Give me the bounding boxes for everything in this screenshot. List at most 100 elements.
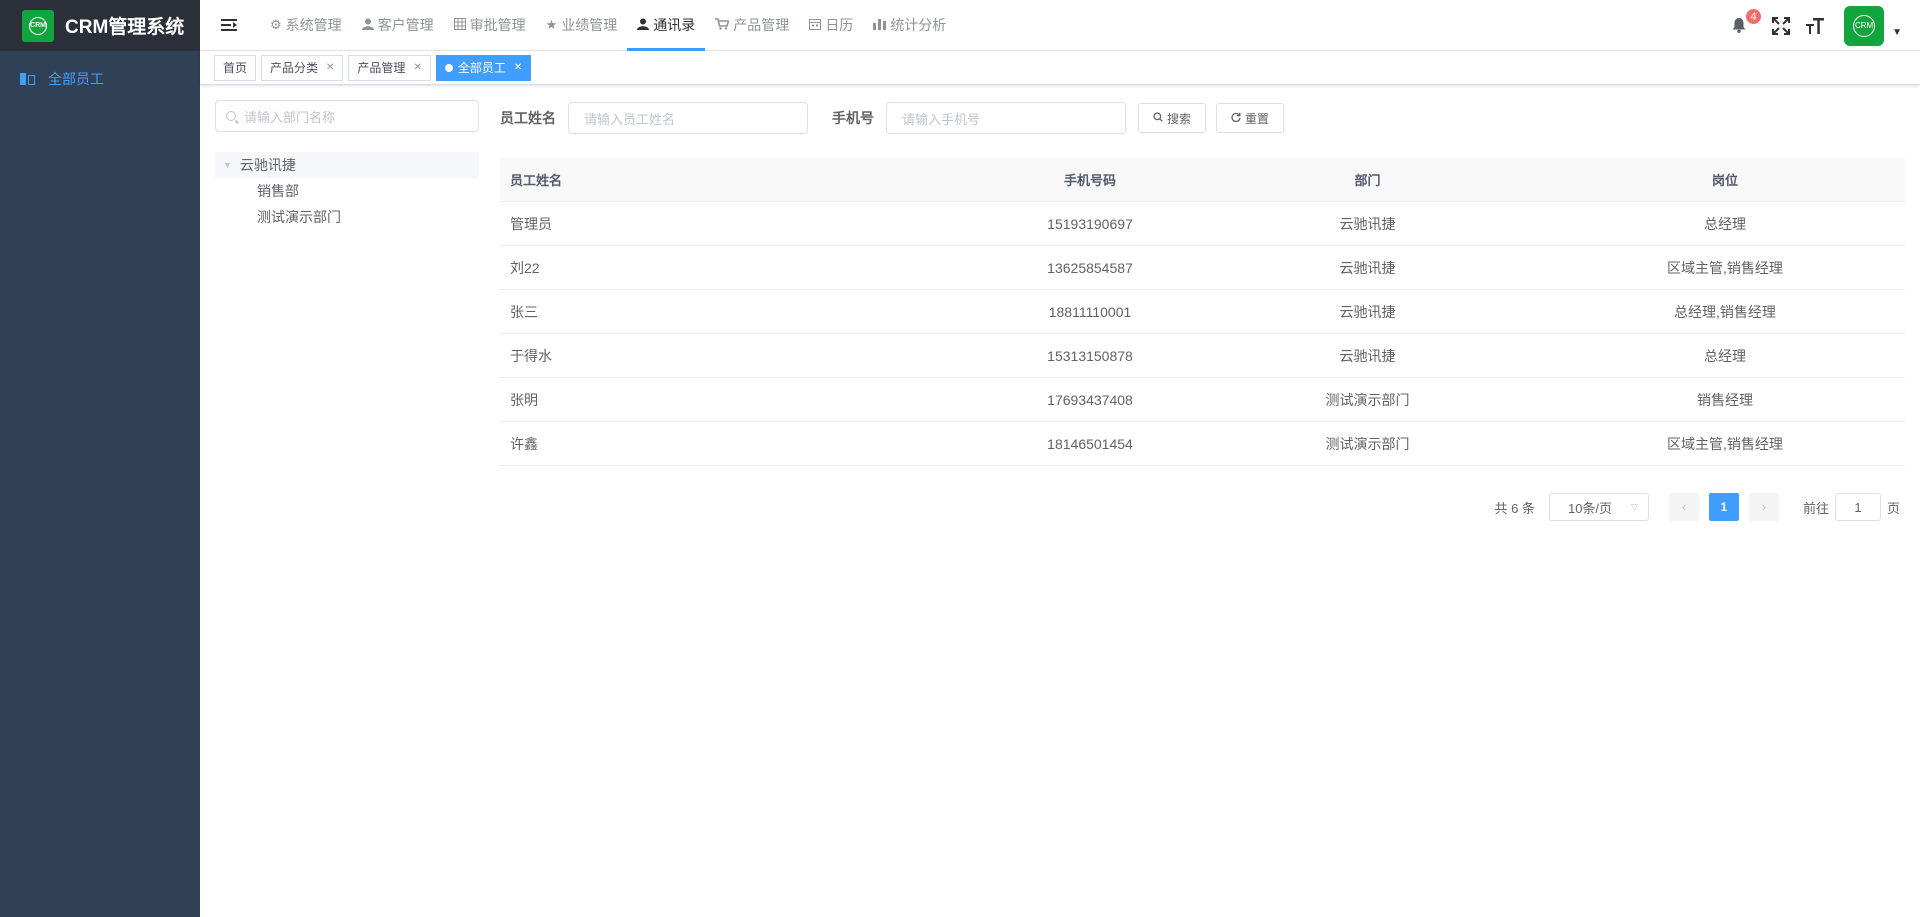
prev-page-button[interactable]: ‹ [1668,493,1699,521]
close-icon[interactable]: ✕ [514,62,522,73]
refresh-icon [1231,112,1241,125]
sidebar: CRM CRM管理系统 全部员工 [0,0,200,917]
calendar-icon [809,18,822,33]
tag-label: 首页 [223,61,248,75]
navbar-right: 4 CRM ▼ [1724,0,1920,51]
cell-post: 销售经理 [1697,391,1753,408]
tab-statistics[interactable]: 统计分析 [863,0,956,51]
cell-name: 许鑫 [510,435,538,452]
logo[interactable]: CRM CRM管理系统 [0,0,200,51]
chevron-down-icon: ▽ [1631,501,1638,512]
cell-name: 刘22 [510,259,540,276]
column-header[interactable]: 手机号码 [990,170,1190,189]
cell-dept: 测试演示部门 [1325,391,1410,408]
cart-icon [715,17,730,33]
gear-icon: ⚙ [270,17,282,32]
phone-placeholder: 请输入手机号 [902,111,981,127]
dept-search-input[interactable]: 请输入部门名称 [215,100,479,132]
page-jumper: 前往 1 页 [1803,493,1900,521]
button-label: 重置 [1245,111,1270,126]
tab-products[interactable]: 产品管理 [705,0,799,51]
search-icon [226,111,236,121]
tab-label: 产品管理 [733,17,790,33]
column-header[interactable]: 部门 [1190,170,1545,189]
cell-phone: 18146501454 [1047,435,1133,452]
tab-performance[interactable]: ★ 业绩管理 [536,0,628,51]
search-button[interactable]: 搜索 [1138,103,1207,133]
cell-dept: 云驰讯捷 [1339,303,1396,320]
fullscreen-icon [1772,16,1791,35]
chevron-left-icon: ‹ [1681,500,1686,514]
table-row[interactable]: 许鑫 18146501454 测试演示部门 区域主管,销售经理 [500,422,1905,466]
next-page-button[interactable]: › [1748,493,1779,521]
tab-label: 客户管理 [377,17,434,33]
close-icon[interactable]: ✕ [413,62,421,73]
caret-down-icon[interactable]: ▼ [223,160,232,170]
cell-name: 张三 [510,303,538,320]
page-number-button[interactable]: 1 [1708,493,1739,521]
menu-toggle-icon [221,19,237,31]
active-dot-icon [444,63,453,72]
table-row[interactable]: 刘22 13625854587 云驰讯捷 区域主管,销售经理 [500,246,1905,290]
tree-node-sales[interactable]: 销售部 [215,178,479,204]
book-icon [20,73,35,85]
table-header: 员工姓名 手机号码 部门 岗位 [500,158,1905,202]
tag-product-category[interactable]: 产品分类 ✕ [261,54,344,81]
close-icon[interactable]: ✕ [326,62,334,73]
notification-button[interactable]: 4 [1724,8,1763,33]
tag-label: 产品管理 [357,61,406,75]
tab-contacts[interactable]: 通讯录 [627,0,706,51]
tab-customer[interactable]: 客户管理 [352,0,444,51]
tab-approval[interactable]: 审批管理 [444,0,536,51]
search-form: 员工姓名 请输入员工姓名 手机号 请输入手机号 搜索 重置 [500,101,1294,135]
goto-page-input[interactable]: 1 [1834,493,1881,521]
cell-phone: 13625854587 [1047,259,1133,276]
cell-phone: 15313150878 [1047,347,1133,364]
cell-post: 总经理,销售经理 [1674,303,1776,320]
tag-home[interactable]: 首页 [214,54,257,81]
chevron-down-icon[interactable]: ▼ [1892,13,1902,38]
cell-post: 总经理 [1704,215,1746,232]
cell-post: 区域主管,销售经理 [1667,435,1783,452]
font-size-button[interactable] [1798,17,1832,35]
hamburger-button[interactable] [206,0,252,51]
table-row[interactable]: 张三 18811110001 云驰讯捷 总经理,销售经理 [500,290,1905,334]
tag-all-staff[interactable]: 全部员工 ✕ [435,54,532,81]
table-row[interactable]: 于得水 15313150878 云驰讯捷 总经理 [500,334,1905,378]
column-header[interactable]: 岗位 [1545,170,1905,189]
reset-button[interactable]: 重置 [1216,103,1285,133]
bell-icon [1732,18,1746,33]
font-size-icon [1806,17,1825,34]
tab-calendar[interactable]: 日历 [799,0,863,51]
star-icon: ★ [545,17,558,32]
cell-phone: 18811110001 [1048,303,1132,320]
tab-system[interactable]: ⚙ 系统管理 [260,0,352,51]
tab-label: 日历 [825,17,854,33]
top-navbar: ⚙ 系统管理 客户管理 审批管理 ★ 业绩管理 通讯录 产品管理 日历 统计分析… [200,0,1920,51]
logo-icon: CRM [22,9,54,42]
cell-dept: 云驰讯捷 [1339,259,1396,276]
app-root: CRM CRM管理系统 全部员工 ⚙ 系统管理 客户管理 审批管理 ★ 业绩管理… [0,0,1920,917]
sidebar-item-label: 全部员工 [48,71,104,87]
table-row[interactable]: 张明 17693437408 测试演示部门 销售经理 [500,378,1905,422]
cell-phone: 17693437408 [1047,391,1133,408]
table-row[interactable]: 管理员 15193190697 云驰讯捷 总经理 [500,202,1905,246]
cell-dept: 云驰讯捷 [1339,215,1396,232]
cell-name: 管理员 [510,215,552,232]
tree-node-root[interactable]: ▼ 云驰讯捷 [215,152,479,178]
pagination: 共 6 条 10条/页 ▽ ‹ 1 › 前往 1 页 [1495,493,1900,521]
name-input[interactable]: 请输入员工姓名 [568,102,808,134]
chevron-right-icon: › [1761,500,1766,514]
fullscreen-button[interactable] [1764,16,1798,35]
name-label: 员工姓名 [500,110,556,126]
page-size-select[interactable]: 10条/页 ▽ [1548,493,1649,521]
logo-mark: CRM [29,16,47,35]
tag-product-management[interactable]: 产品管理 ✕ [348,54,431,81]
phone-input[interactable]: 请输入手机号 [886,102,1126,134]
tab-label: 审批管理 [469,17,526,33]
column-header[interactable]: 员工姓名 [500,170,990,189]
tree-node-test-dept[interactable]: 测试演示部门 [215,204,479,230]
avatar[interactable]: CRM [1844,5,1885,46]
tab-label: 统计分析 [890,17,947,33]
sidebar-item-all-staff[interactable]: 全部员工 [0,51,200,107]
